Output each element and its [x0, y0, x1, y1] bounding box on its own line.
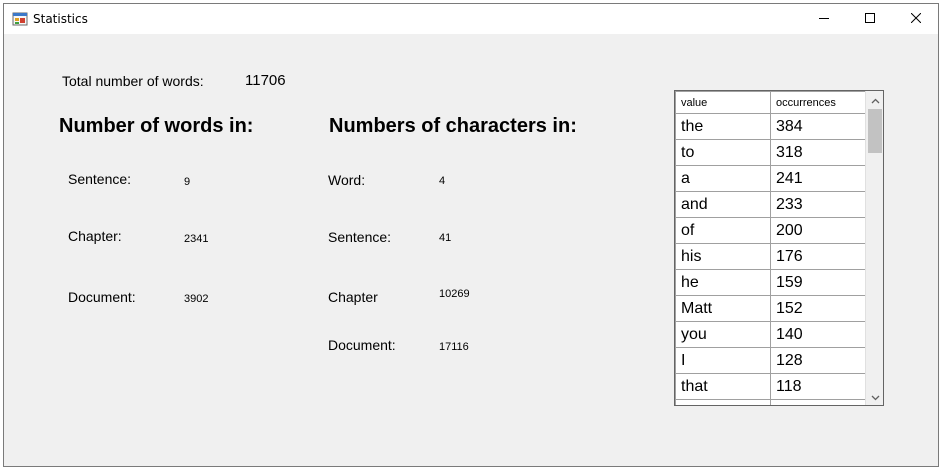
words-in-heading: Number of words in: [59, 115, 254, 137]
table-row[interactable] [675, 399, 867, 405]
cell-value[interactable]: to [675, 139, 771, 166]
cell-value[interactable]: Matt [675, 295, 771, 322]
frequency-table: value occurrences the 384 to 318 a 241 and 2… [675, 91, 867, 405]
chars-document-value: 17116 [439, 341, 469, 353]
cell-value[interactable]: you [675, 321, 771, 348]
chars-document-label: Document: [328, 337, 396, 353]
words-sentence-label: Sentence: [68, 171, 132, 187]
chars-in-heading: Numbers of characters in: [329, 115, 577, 137]
cell-value[interactable]: and [675, 191, 771, 218]
total-words-value: 11706 [245, 72, 286, 89]
chars-word-value: 4 [439, 175, 446, 187]
chars-word-label: Word: [328, 172, 366, 188]
table-row[interactable]: the 384 [675, 113, 867, 140]
close-button[interactable] [893, 4, 939, 34]
cell-occurrences[interactable]: 318 [770, 139, 867, 166]
cell-occurrences[interactable]: 241 [770, 165, 867, 192]
minimize-button[interactable] [801, 4, 847, 34]
chars-sentence-value: 41 [439, 232, 452, 244]
cell-occurrences[interactable]: 384 [770, 113, 867, 140]
table-row[interactable]: to 318 [675, 139, 867, 166]
statistics-window: Statistics Total number of words: 11706 … [3, 3, 939, 467]
minimize-icon [819, 10, 829, 28]
window-title: Statistics [33, 12, 88, 26]
words-document-value: 3902 [184, 293, 209, 305]
words-chapter-value: 2341 [184, 233, 209, 245]
cell-value[interactable]: his [675, 243, 771, 270]
cell-occurrences[interactable]: 118 [770, 373, 867, 400]
cell-occurrences[interactable]: 176 [770, 243, 867, 270]
table-row[interactable]: I 128 [675, 347, 867, 374]
maximize-button[interactable] [847, 4, 893, 34]
cell-occurrences[interactable]: 140 [770, 321, 867, 348]
column-header-value[interactable]: value [675, 91, 771, 114]
words-document-label: Document: [68, 289, 136, 305]
table-row[interactable]: he 159 [675, 269, 867, 296]
words-sentence-value: 9 [184, 176, 191, 188]
table-row[interactable]: and 233 [675, 191, 867, 218]
cell-value[interactable]: I [675, 347, 771, 374]
chars-chapter-label: Chapter [328, 289, 378, 305]
cell-value[interactable]: the [675, 113, 771, 140]
maximize-icon [865, 10, 875, 28]
cell-occurrences[interactable]: 233 [770, 191, 867, 218]
scroll-thumb[interactable] [868, 109, 882, 153]
cell-occurrences[interactable]: 152 [770, 295, 867, 322]
table-row[interactable]: of 200 [675, 217, 867, 244]
table-row[interactable]: Matt 152 [675, 295, 867, 322]
words-chapter-label: Chapter: [68, 228, 122, 244]
chars-chapter-value: 10269 [439, 288, 470, 300]
table-row[interactable]: that 118 [675, 373, 867, 400]
cell-value[interactable]: he [675, 269, 771, 296]
app-form-icon [12, 11, 28, 27]
chevron-up-icon [871, 91, 880, 109]
title-bar[interactable]: Statistics [4, 4, 938, 34]
close-icon [910, 10, 922, 28]
table-row[interactable]: you 140 [675, 321, 867, 348]
cell-value[interactable]: that [675, 373, 771, 400]
cell-value[interactable]: a [675, 165, 771, 192]
total-words-label: Total number of words: [62, 73, 204, 89]
scroll-up-button[interactable] [866, 91, 883, 109]
cell-value[interactable]: of [675, 217, 771, 244]
chevron-down-icon [871, 388, 880, 406]
chars-sentence-label: Sentence: [328, 229, 392, 245]
table-row[interactable]: his 176 [675, 243, 867, 270]
word-frequency-grid[interactable]: value occurrences the 384 to 318 a 241 and 2… [674, 90, 884, 406]
cell-occurrences[interactable]: 159 [770, 269, 867, 296]
cell-occurrences[interactable]: 128 [770, 347, 867, 374]
cell-value[interactable] [675, 399, 771, 405]
cell-occurrences[interactable]: 200 [770, 217, 867, 244]
cell-occurrences[interactable] [770, 399, 867, 405]
table-row[interactable]: a 241 [675, 165, 867, 192]
scroll-down-button[interactable] [866, 388, 883, 406]
vertical-scrollbar[interactable] [865, 91, 883, 406]
column-header-occurrences[interactable]: occurrences [770, 91, 867, 114]
